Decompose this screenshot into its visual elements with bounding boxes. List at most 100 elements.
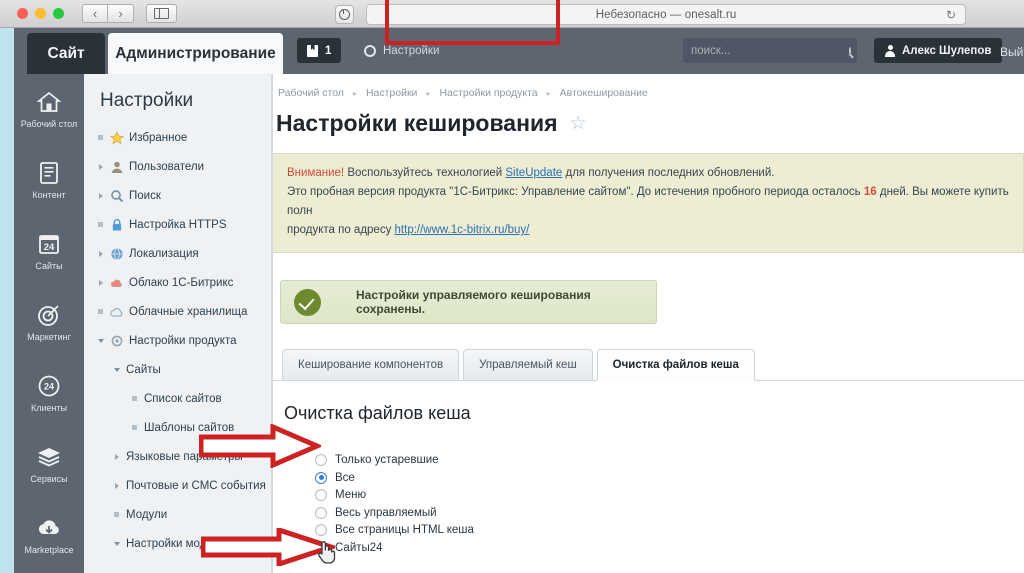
breadcrumb-item[interactable]: Настройки <box>366 87 418 99</box>
tab-site[interactable]: Сайт <box>27 33 105 74</box>
tree-item-product-settings[interactable]: Настройки продукта <box>84 326 271 355</box>
tree-item-label: Список сайтов <box>144 392 222 405</box>
site-info-button[interactable] <box>335 5 354 24</box>
tree-item-mail-sms-events[interactable]: Почтовые и СМС события <box>84 471 271 500</box>
tree-item-sites[interactable]: Сайты <box>84 355 271 384</box>
rail-item-content[interactable]: Контент <box>14 145 84 216</box>
rail-item-marketing[interactable]: Маркетинг <box>14 287 84 358</box>
radio-label: Все страницы HTML кеша <box>335 524 474 537</box>
tree-marker-square[interactable] <box>94 135 107 140</box>
radio-button[interactable] <box>315 489 327 502</box>
rail-item-marketplace[interactable]: Marketplace <box>14 500 84 571</box>
radio-option-all[interactable]: Все <box>315 470 1024 487</box>
check-circle-icon <box>294 288 321 316</box>
breadcrumb-item[interactable]: Автокеширование <box>560 87 648 99</box>
back-button[interactable]: ‹ <box>82 4 108 23</box>
tree-marker-square[interactable] <box>128 425 141 430</box>
tab-administration[interactable]: Администрирование <box>108 33 283 74</box>
tree-marker-square[interactable] <box>110 512 123 517</box>
tree-marker-caret[interactable] <box>94 279 107 286</box>
nav-buttons: ‹ › <box>82 4 134 23</box>
rail-item-clients[interactable]: 24 Клиенты <box>14 358 84 429</box>
warning-attention-label: Внимание! <box>287 167 345 179</box>
tree-item-users[interactable]: Пользователи <box>84 152 271 181</box>
tree-marker-square[interactable] <box>94 222 107 227</box>
tree-item-modules[interactable]: Модули <box>84 500 271 529</box>
tree-item-cloud-storage[interactable]: Облачные хранилища <box>84 297 271 326</box>
radio-label: Все <box>335 471 355 484</box>
breadcrumb-item[interactable]: Настройки продукта <box>439 87 537 99</box>
buy-link[interactable]: http://www.1c-bitrix.ru/buy/ <box>395 224 530 236</box>
tree-item-search[interactable]: Поиск <box>84 181 271 210</box>
home-icon <box>36 89 62 115</box>
radio-label: Весь управляемый <box>335 506 437 519</box>
rail-item-services[interactable]: Сервисы <box>14 429 84 500</box>
warning-line-1: Внимание! Воспользуйтесь технологией Sit… <box>287 164 1009 183</box>
tree-marker-caret[interactable] <box>110 541 123 546</box>
tree-marker-square[interactable] <box>128 396 141 401</box>
maximize-window-button[interactable] <box>53 8 64 19</box>
tree-marker-square[interactable] <box>94 309 107 314</box>
tree-marker-caret[interactable] <box>94 338 107 343</box>
radio-button-selected[interactable] <box>315 471 327 484</box>
search-input[interactable] <box>691 44 845 57</box>
user-menu-button[interactable]: Алекс Шулепов <box>874 38 1003 63</box>
rail-label: Маркетинг <box>27 332 71 342</box>
radio-label: Сайты24 <box>335 541 383 554</box>
warning-line-2: Это пробная версия продукта "1С-Битрикс:… <box>287 183 1009 221</box>
address-bar[interactable]: Небезопасно — onesalt.ru ↻ <box>366 4 966 25</box>
sidebar-toggle-button[interactable] <box>146 4 177 23</box>
tree-item-cloud-bitrix[interactable]: Облако 1С-Битрикс <box>84 268 271 297</box>
cloud-download-icon <box>36 515 62 541</box>
breadcrumb-separator: ▸ <box>546 88 551 98</box>
tab-cache-cleanup[interactable]: Очистка файлов кеша <box>596 349 755 380</box>
hand-pointer-cursor <box>316 538 336 569</box>
radio-option-outdated[interactable]: Только устаревшие <box>315 452 1024 469</box>
topbar-settings-link[interactable]: Настройки <box>364 38 439 63</box>
tree-marker-caret[interactable] <box>110 367 123 372</box>
notifications-button[interactable]: 1 <box>297 38 342 63</box>
tab-managed-cache[interactable]: Управляемый кеш <box>463 349 593 380</box>
breadcrumb-item[interactable]: Рабочий стол <box>278 87 344 99</box>
tree-item-label: Настройка HTTPS <box>129 218 227 231</box>
radio-option-menu[interactable]: Меню <box>315 487 1024 504</box>
tab-component-caching[interactable]: Кеширование компонентов <box>282 349 460 380</box>
tree-marker-caret[interactable] <box>94 163 107 170</box>
star-outline-icon[interactable]: ☆ <box>570 114 587 133</box>
tree-marker-caret[interactable] <box>110 453 123 460</box>
rail-item-desktop[interactable]: Рабочий стол <box>14 74 84 145</box>
tree-item-https[interactable]: Настройка HTTPS <box>84 210 271 239</box>
rail-label: Рабочий стол <box>20 119 78 129</box>
search-box[interactable] <box>683 38 857 63</box>
red-arrow-pointing-to-start-button <box>201 528 335 566</box>
success-message-text: Настройки управляемого кеширования сохра… <box>356 288 591 316</box>
reload-icon[interactable]: ↻ <box>946 9 956 21</box>
radio-label: Только устаревшие <box>335 454 439 467</box>
radio-option-all-managed[interactable]: Весь управляемый <box>315 505 1024 522</box>
minimize-window-button[interactable] <box>35 8 46 19</box>
forward-button[interactable]: › <box>108 4 134 23</box>
window-traffic-lights <box>17 8 64 19</box>
close-window-button[interactable] <box>17 8 28 19</box>
layers-icon <box>36 444 62 470</box>
left-icon-rail: Рабочий стол Контент 24 Сайты Маркетинг … <box>14 74 84 573</box>
radio-option-sites24[interactable]: Сайты24 <box>315 540 1024 557</box>
siteupdate-link[interactable]: SiteUpdate <box>505 167 562 179</box>
rail-label: Marketplace <box>24 545 74 555</box>
star-icon <box>107 130 126 145</box>
tree-item-site-list[interactable]: Список сайтов <box>84 384 271 413</box>
logout-link[interactable]: Выйти <box>1000 45 1024 59</box>
rail-item-sites[interactable]: 24 Сайты <box>14 216 84 287</box>
radio-option-html-cache[interactable]: Все страницы HTML кеша <box>315 522 1024 539</box>
tree-item-label: Поиск <box>129 189 161 202</box>
url-text: Небезопасно — onesalt.ru <box>595 8 737 21</box>
search-icon[interactable] <box>849 46 851 55</box>
topbar-settings-label: Настройки <box>383 44 440 57</box>
tree-marker-caret[interactable] <box>94 250 107 257</box>
rail-label: Сервисы <box>30 474 68 484</box>
radio-button[interactable] <box>315 506 327 519</box>
tree-marker-caret[interactable] <box>94 192 107 199</box>
tree-marker-caret[interactable] <box>110 482 123 489</box>
tree-item-favorites[interactable]: Избранное <box>84 123 271 152</box>
tree-item-localization[interactable]: Локализация <box>84 239 271 268</box>
